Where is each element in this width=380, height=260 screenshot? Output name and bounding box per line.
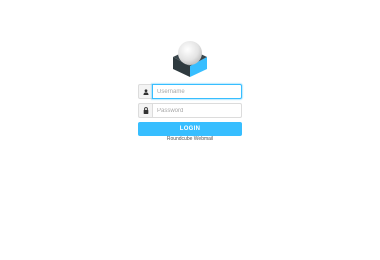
login-page: LOGIN Roundcube Webmail bbox=[0, 0, 380, 260]
lock-icon bbox=[138, 103, 152, 118]
password-input[interactable] bbox=[152, 103, 242, 118]
username-row bbox=[138, 84, 242, 99]
roundcube-logo bbox=[173, 41, 207, 77]
username-input[interactable] bbox=[152, 84, 242, 99]
login-form: LOGIN bbox=[138, 84, 242, 136]
password-row bbox=[138, 103, 242, 118]
user-icon bbox=[138, 84, 152, 99]
login-button[interactable]: LOGIN bbox=[138, 122, 242, 136]
product-name: Roundcube Webmail bbox=[166, 136, 214, 142]
